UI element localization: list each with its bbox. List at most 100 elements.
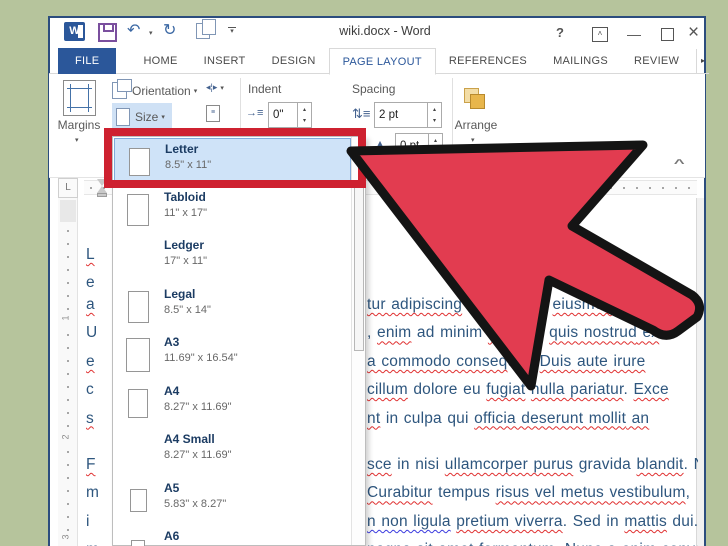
page-size-icon bbox=[128, 389, 148, 418]
size-label: Size bbox=[135, 109, 159, 124]
size-option-dims: 11" x 17" bbox=[164, 206, 208, 219]
redo-icon[interactable]: ↻ bbox=[163, 23, 176, 39]
arrange-button[interactable]: Arrange bbox=[452, 118, 500, 132]
doc-line: tur adipiscing elit, sed do eiusmod temp… bbox=[367, 296, 698, 313]
size-button[interactable]: Size ▾ bbox=[112, 103, 172, 130]
tab-design[interactable]: DESIGN bbox=[259, 48, 329, 74]
size-option-tabloid[interactable]: Tabloid 11" x 17" bbox=[114, 187, 351, 232]
more-tabs-button[interactable]: ▸ bbox=[696, 49, 709, 74]
size-option-name: Legal bbox=[164, 286, 196, 301]
indent-left-value: 0" bbox=[273, 109, 284, 121]
size-option-name: A5 bbox=[164, 480, 180, 495]
doc-line-fragment: a bbox=[86, 296, 95, 313]
breaks-icon: ◂¦▸ bbox=[206, 82, 218, 92]
minimize-button[interactable]: — bbox=[627, 26, 641, 42]
maximize-button[interactable] bbox=[661, 28, 674, 41]
ruler-tick bbox=[402, 187, 404, 189]
spacing-after-spinner[interactable]: ▴ ▾ bbox=[428, 134, 442, 158]
ruler-tick bbox=[688, 187, 690, 189]
spacing-after-input[interactable]: 0 pt ▴ ▾ bbox=[395, 133, 443, 159]
line-numbers-button[interactable]: ≡ bbox=[206, 105, 220, 122]
orientation-button[interactable]: Orientation ▾ bbox=[112, 79, 197, 101]
size-option-a4-small[interactable]: A4 Small 8.27" x 11.69" bbox=[114, 429, 351, 474]
ribbon-tab-bar: FILE HOME INSERT DESIGN PAGE LAYOUT REFERENCE… bbox=[58, 48, 692, 75]
tab-file[interactable]: FILE bbox=[58, 48, 117, 74]
ruler-tick bbox=[67, 451, 69, 453]
ruler-tick bbox=[67, 308, 69, 310]
customize-qat-icon[interactable]: ▾ bbox=[228, 27, 236, 36]
tab-home[interactable]: HOME bbox=[130, 48, 190, 74]
ruler-tick bbox=[67, 503, 69, 505]
size-option-a6[interactable]: A6 bbox=[114, 526, 351, 546]
size-option-legal[interactable]: Legal 8.5" x 14" bbox=[114, 284, 351, 329]
size-option-a5[interactable]: A5 5.83" x 8.27" bbox=[114, 478, 351, 523]
arrange-caret-icon[interactable]: ▾ bbox=[471, 136, 475, 144]
ruler-tick bbox=[532, 187, 534, 189]
tab-references[interactable]: REFERENCES bbox=[436, 48, 540, 74]
indent-left-icon[interactable]: →≡ bbox=[246, 107, 263, 119]
doc-line: nt in culpa qui officia deserunt mollit … bbox=[367, 409, 650, 427]
ruler-tick bbox=[67, 425, 69, 427]
touch-mode-icon[interactable] bbox=[196, 19, 216, 39]
margins-button[interactable]: Margins bbox=[54, 118, 104, 132]
ruler-tick bbox=[67, 269, 69, 271]
ruler-tick bbox=[649, 187, 651, 189]
spacing-group-label: Spacing bbox=[352, 82, 396, 96]
help-button[interactable]: ? bbox=[556, 25, 564, 40]
tab-mailings[interactable]: MAILINGS bbox=[540, 48, 621, 74]
undo-dropdown-caret[interactable]: ▾ bbox=[149, 29, 153, 37]
doc-line-fragment: i bbox=[86, 512, 90, 530]
indent-left-input[interactable]: 0" ▴ ▾ bbox=[268, 102, 312, 128]
margins-caret-icon[interactable]: ▾ bbox=[75, 136, 79, 144]
size-dropdown-scrollbar[interactable]: ▴ bbox=[351, 137, 365, 545]
ruler-tick bbox=[67, 230, 69, 232]
tab-stop-selector[interactable]: L bbox=[58, 178, 78, 198]
doc-line: n non ligula pretium viverra. Sed in mat… bbox=[367, 512, 698, 530]
ruler-tick bbox=[67, 334, 69, 336]
size-caret-icon: ▾ bbox=[161, 113, 165, 121]
breaks-button[interactable]: ◂¦▸ ▾ bbox=[206, 82, 224, 93]
ribbon-display-options-button[interactable]: ˄ bbox=[592, 27, 608, 42]
save-icon[interactable] bbox=[98, 23, 117, 42]
indent-spinner[interactable]: ▴ ▾ bbox=[297, 103, 311, 127]
doc-line: , enim ad minim veniam, quis nostrud ex bbox=[367, 324, 660, 342]
ruler-tick bbox=[571, 187, 573, 189]
doc-line-fragment: e bbox=[86, 352, 95, 370]
spacing-after-icon[interactable]: ▴ bbox=[377, 136, 383, 150]
screenshot-canvas: W ↶ ▾ ↻ ▾ wiki.docx - Word ? ˄ — × FILE H… bbox=[0, 0, 728, 546]
undo-icon[interactable]: ↶ bbox=[127, 23, 140, 39]
doc-line: Curabitur tempus risus vel metus vestibu… bbox=[367, 484, 691, 502]
red-highlight-box bbox=[104, 128, 366, 188]
page-size-icon bbox=[127, 290, 149, 323]
vertical-ruler-number: 3 bbox=[60, 534, 71, 540]
tab-page-layout[interactable]: PAGE LAYOUT bbox=[328, 48, 436, 75]
size-icon bbox=[116, 107, 130, 126]
size-option-a3[interactable]: A3 11.69" x 16.54" bbox=[114, 332, 351, 377]
ruler-tick bbox=[519, 187, 521, 189]
vertical-ruler-number: 1 bbox=[60, 315, 71, 321]
spacing-before-icon[interactable]: ⇅≡ bbox=[352, 106, 370, 122]
size-option-name: Ledger bbox=[164, 238, 205, 252]
size-option-dims: 17" x 11" bbox=[164, 255, 208, 267]
ruler-tick bbox=[610, 187, 612, 189]
collapse-ribbon-button[interactable]: ^ bbox=[674, 158, 685, 170]
scrollbar-thumb[interactable] bbox=[354, 184, 364, 351]
size-option-ledger[interactable]: Ledger 17" x 11" bbox=[114, 235, 351, 280]
ruler-tick bbox=[558, 187, 560, 189]
close-button[interactable]: × bbox=[688, 22, 699, 44]
ruler-tick bbox=[454, 187, 456, 189]
tab-insert[interactable]: INSERT bbox=[191, 48, 259, 74]
vertical-ruler[interactable] bbox=[58, 198, 78, 546]
ruler-tick bbox=[67, 490, 69, 492]
size-option-dims: 11.69" x 16.54" bbox=[164, 352, 238, 364]
doc-line-fragment: c bbox=[86, 381, 94, 399]
size-option-a4[interactable]: A4 8.27" x 11.69" bbox=[114, 381, 351, 426]
left-indent-marker[interactable] bbox=[97, 193, 107, 197]
doc-line-fragment: F bbox=[86, 456, 96, 473]
size-option-name: Tabloid bbox=[164, 189, 206, 204]
spacing-before-spinner[interactable]: ▴ ▾ bbox=[427, 103, 441, 127]
tab-review[interactable]: REVIEW bbox=[621, 48, 692, 74]
ruler-tick bbox=[376, 187, 378, 189]
spacing-before-input[interactable]: 2 pt ▴ ▾ bbox=[374, 102, 442, 128]
doc-line-fragment: m bbox=[86, 541, 111, 546]
